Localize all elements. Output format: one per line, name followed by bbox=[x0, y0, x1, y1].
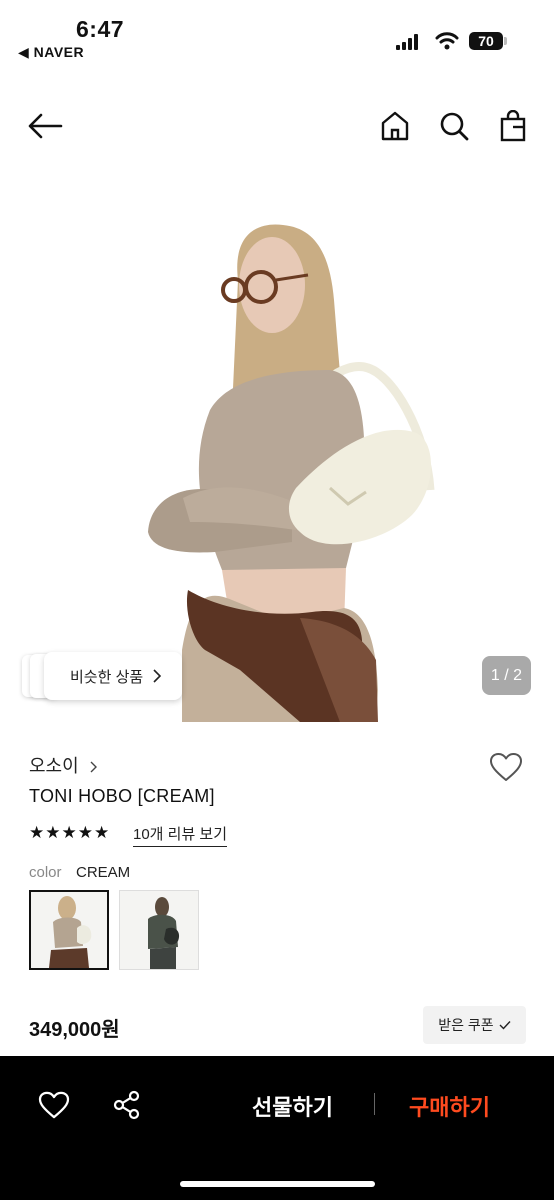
color-value: CREAM bbox=[76, 864, 131, 881]
price: 349,000원 bbox=[29, 1019, 120, 1041]
brand-name: 오소이 bbox=[29, 756, 79, 776]
signal-icon bbox=[396, 34, 418, 50]
bottom-action-bar bbox=[0, 1056, 554, 1200]
chevron-right-icon bbox=[153, 669, 162, 683]
image-pager: 1 / 2 bbox=[482, 656, 531, 695]
wifi-icon bbox=[435, 32, 459, 50]
back-to-app-link[interactable]: ◀ NAVER bbox=[18, 44, 84, 61]
back-button[interactable] bbox=[26, 110, 64, 142]
color-swatch-cream[interactable] bbox=[29, 890, 109, 970]
rating-stars: ★★★★★ bbox=[29, 823, 111, 842]
battery-tip bbox=[504, 37, 507, 45]
checkmark-icon bbox=[499, 1021, 511, 1030]
bottom-wishlist-button[interactable] bbox=[36, 1088, 72, 1122]
color-swatch-other[interactable] bbox=[119, 890, 199, 970]
status-time: 6:47 bbox=[76, 16, 125, 42]
color-label: color bbox=[29, 864, 62, 881]
coupon-button[interactable]: 받은 쿠폰 bbox=[423, 1006, 526, 1044]
similar-products-label: 비슷한 상품 bbox=[70, 668, 144, 686]
similar-products-button[interactable]: 비슷한 상품 bbox=[44, 652, 182, 700]
heart-outline-icon bbox=[490, 753, 522, 781]
home-indicator bbox=[180, 1181, 375, 1187]
search-icon bbox=[440, 112, 469, 141]
model-with-bag-illustration bbox=[148, 224, 435, 722]
search-button[interactable] bbox=[437, 108, 471, 144]
buy-button[interactable]: 구매하기 bbox=[409, 1090, 490, 1122]
product-title: TONI HOBO [CREAM] bbox=[29, 786, 215, 806]
brand-link[interactable]: 오소이 bbox=[29, 752, 97, 778]
home-button[interactable] bbox=[378, 108, 412, 144]
chevron-right-icon bbox=[90, 761, 97, 773]
arrow-left-icon bbox=[28, 113, 63, 139]
battery-indicator: 70 bbox=[469, 32, 503, 50]
home-icon bbox=[381, 111, 409, 141]
cream-option-thumbnail bbox=[31, 892, 107, 968]
cart-button[interactable] bbox=[497, 108, 529, 144]
dark-option-thumbnail bbox=[120, 891, 198, 969]
gift-button[interactable]: 선물하기 bbox=[252, 1090, 333, 1122]
shopping-bag-icon bbox=[500, 110, 526, 142]
heart-outline-icon bbox=[38, 1091, 70, 1119]
coupon-label: 받은 쿠폰 bbox=[438, 1017, 494, 1033]
product-image[interactable] bbox=[0, 170, 554, 722]
action-divider bbox=[374, 1093, 375, 1115]
share-icon bbox=[113, 1090, 140, 1120]
wishlist-button[interactable] bbox=[488, 750, 524, 784]
review-link[interactable]: 10개 리뷰 보기 bbox=[133, 823, 228, 847]
share-button[interactable] bbox=[110, 1088, 144, 1122]
